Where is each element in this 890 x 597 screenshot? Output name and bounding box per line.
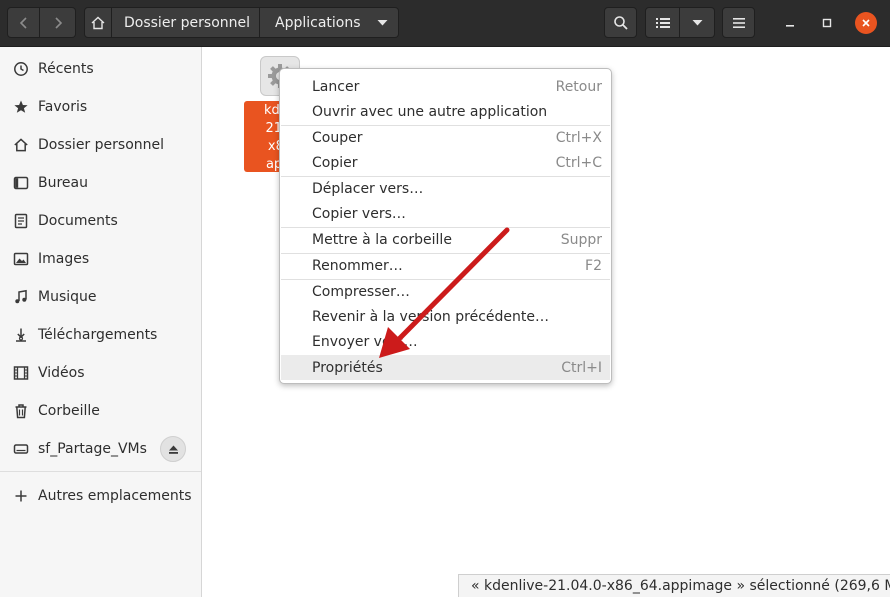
annotation-arrow [379,227,510,358]
status-text: « kdenlive-21.04.0-x86_64.appimage » sél… [471,578,890,594]
status-bar: « kdenlive-21.04.0-x86_64.appimage » sél… [458,574,890,597]
